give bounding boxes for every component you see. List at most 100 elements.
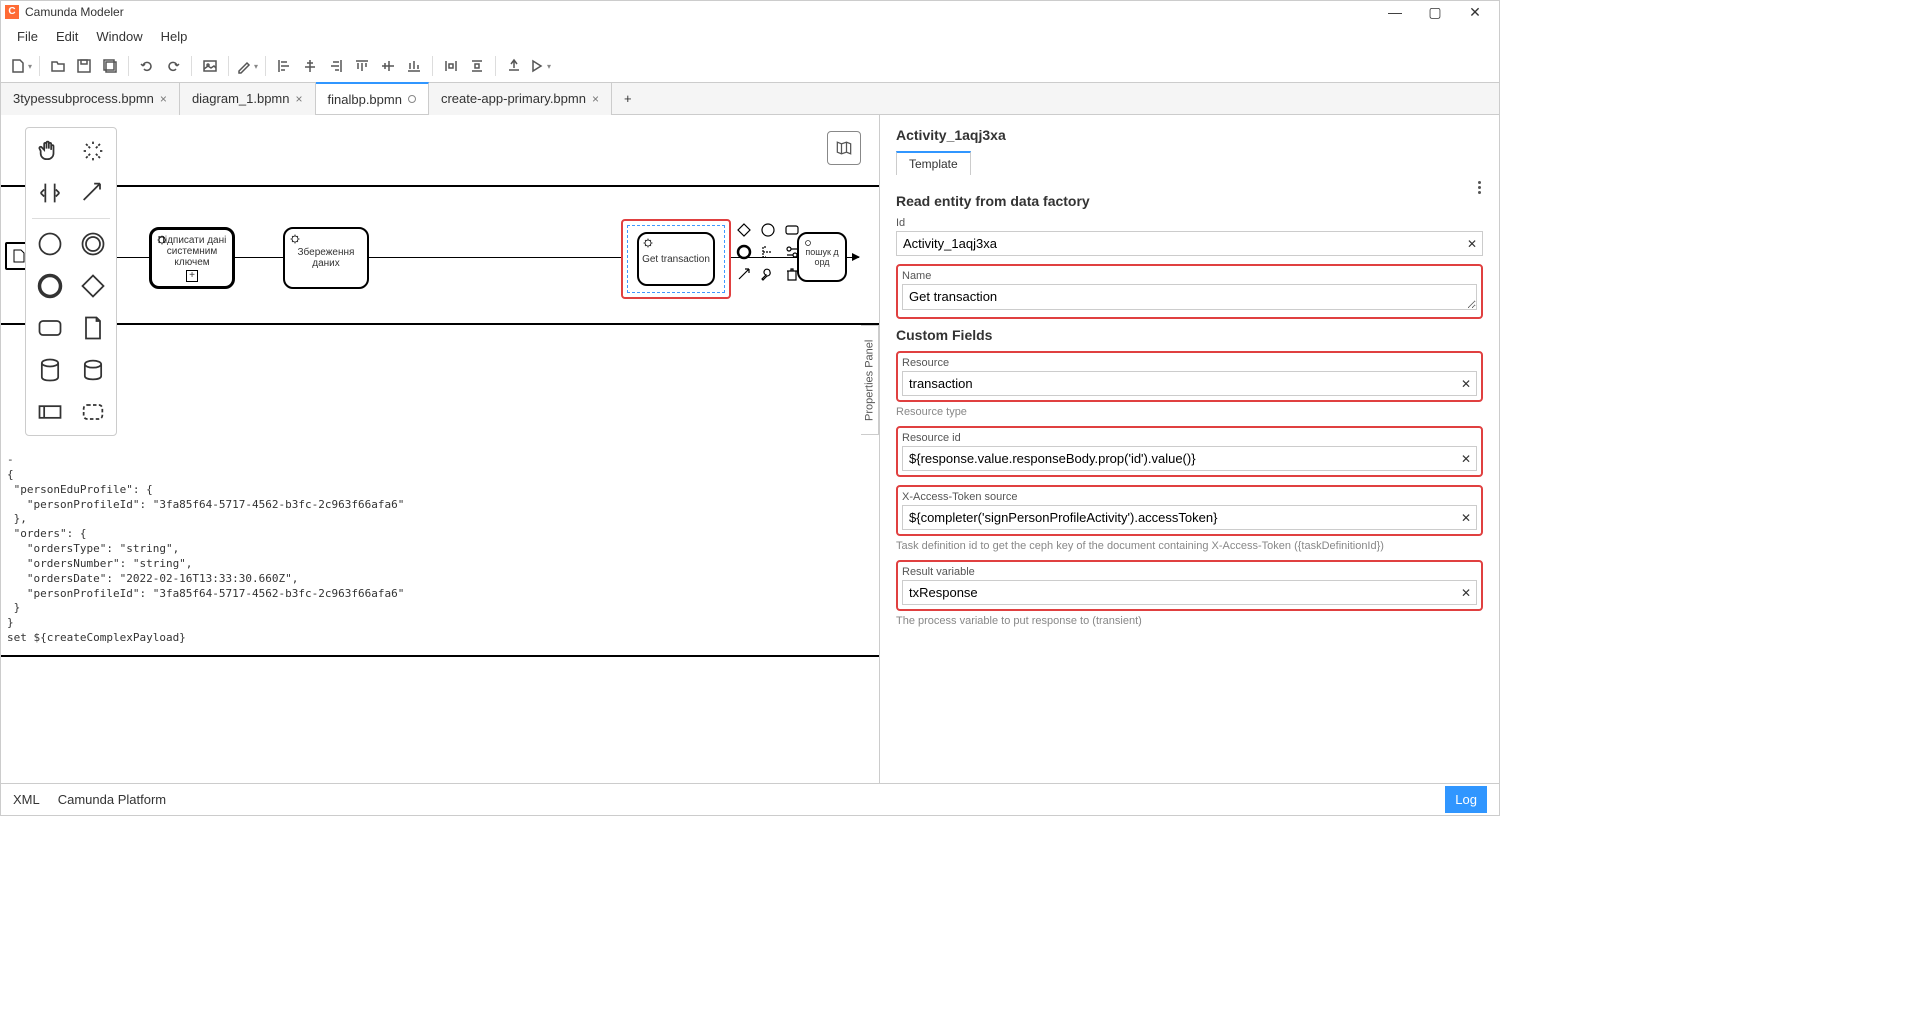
close-icon[interactable]: × — [160, 92, 167, 106]
dirty-icon — [408, 95, 416, 103]
tab-diagram1[interactable]: diagram_1.bpmn× — [180, 83, 316, 115]
align-top-button[interactable] — [350, 54, 374, 78]
field-label: Name — [902, 270, 1477, 282]
start-event-tool[interactable] — [32, 227, 67, 261]
color-button[interactable] — [235, 54, 259, 78]
save-button[interactable] — [72, 54, 96, 78]
new-file-button[interactable] — [9, 54, 33, 78]
name-input[interactable] — [902, 284, 1477, 310]
annotation-icon[interactable] — [759, 243, 777, 261]
section-heading: Custom Fields — [896, 327, 1483, 343]
menu-edit[interactable]: Edit — [48, 27, 86, 46]
result-variable-input[interactable] — [902, 580, 1477, 605]
delete-icon[interactable] — [783, 265, 801, 283]
append-gateway-icon[interactable] — [735, 221, 753, 239]
align-right-button[interactable] — [324, 54, 348, 78]
close-button[interactable]: ✕ — [1455, 1, 1495, 23]
run-button[interactable] — [528, 54, 552, 78]
pool-border — [1, 655, 879, 661]
save-all-button[interactable] — [98, 54, 122, 78]
clear-icon[interactable]: ✕ — [1461, 452, 1471, 466]
data-store-tool[interactable] — [32, 353, 67, 387]
status-xml[interactable]: XML — [13, 792, 40, 807]
id-input[interactable] — [896, 231, 1483, 256]
close-icon[interactable]: × — [296, 92, 303, 106]
tab-3typessubprocess[interactable]: 3typessubprocess.bpmn × — [1, 83, 180, 115]
change-type-icon[interactable] — [783, 243, 801, 261]
lasso-tool[interactable] — [75, 134, 110, 168]
dist-v-button[interactable] — [465, 54, 489, 78]
new-tab-button[interactable]: + — [612, 91, 644, 106]
hand-tool[interactable] — [32, 134, 67, 168]
tab-label: create-app-primary.bpmn — [441, 91, 586, 106]
properties-panel-toggle[interactable]: Properties Panel — [861, 325, 879, 435]
connect-tool[interactable] — [75, 176, 110, 210]
gateway-tool[interactable] — [75, 269, 110, 303]
main-area: Підписати дані системним ключем + Збереж… — [1, 115, 1499, 783]
append-task-icon[interactable] — [783, 221, 801, 239]
canvas[interactable]: Підписати дані системним ключем + Збереж… — [1, 115, 879, 783]
space-tool[interactable] — [32, 176, 67, 210]
field-label: X-Access-Token source — [902, 491, 1477, 503]
field-hint: Resource type — [896, 406, 1483, 418]
task-sign-data[interactable]: Підписати дані системним ключем + — [149, 227, 235, 289]
resource-input[interactable] — [902, 371, 1477, 396]
clear-icon[interactable]: ✕ — [1461, 377, 1471, 391]
subprocess-tool[interactable] — [75, 353, 110, 387]
task-search-order[interactable]: пошук д орд — [797, 232, 847, 282]
task-save-data[interactable]: Збереження даних — [283, 227, 369, 289]
open-button[interactable] — [46, 54, 70, 78]
align-bottom-button[interactable] — [402, 54, 426, 78]
tab-finalbp[interactable]: finalbp.bpmn — [316, 82, 429, 114]
x-access-token-input[interactable] — [902, 505, 1477, 530]
clear-icon[interactable]: ✕ — [1461, 511, 1471, 525]
pool-lane[interactable]: Підписати дані системним ключем + Збереж… — [1, 185, 879, 325]
menu-window[interactable]: Window — [88, 27, 150, 46]
status-platform[interactable]: Camunda Platform — [58, 792, 166, 807]
deploy-button[interactable] — [502, 54, 526, 78]
connect-icon[interactable] — [735, 265, 753, 283]
align-middle-button[interactable] — [376, 54, 400, 78]
tab-create-app-primary[interactable]: create-app-primary.bpmn × — [429, 83, 612, 115]
append-event-icon[interactable] — [759, 221, 777, 239]
minimap-toggle[interactable] — [827, 131, 861, 165]
undo-button[interactable] — [135, 54, 159, 78]
resource-id-input[interactable] — [902, 446, 1477, 471]
image-button[interactable] — [198, 54, 222, 78]
clear-icon[interactable]: ✕ — [1461, 586, 1471, 600]
dist-h-button[interactable] — [439, 54, 463, 78]
redo-button[interactable] — [161, 54, 185, 78]
log-button[interactable]: Log — [1445, 786, 1487, 813]
end-event-tool[interactable] — [32, 269, 67, 303]
properties-panel: Activity_1aqj3xa Template Read entity fr… — [879, 115, 1499, 783]
field-id: Id ✕ — [896, 217, 1483, 256]
text-annotation[interactable]: - { "personEduProfile": { "personProfile… — [7, 453, 404, 646]
tab-label: 3typessubprocess.bpmn — [13, 91, 154, 106]
menu-file[interactable]: File — [9, 27, 46, 46]
section-heading: Read entity from data factory — [896, 193, 1483, 209]
palette — [25, 127, 117, 436]
data-object-tool[interactable] — [75, 311, 110, 345]
field-hint: Task definition id to get the ceph key o… — [896, 540, 1483, 552]
clear-icon[interactable]: ✕ — [1467, 237, 1477, 251]
wrench-icon[interactable] — [759, 265, 777, 283]
participant-tool[interactable] — [32, 395, 67, 429]
task-label: пошук д орд — [805, 247, 838, 267]
menu-help[interactable]: Help — [153, 27, 196, 46]
kebab-menu-icon[interactable] — [1478, 181, 1481, 194]
field-label: Result variable — [902, 566, 1477, 578]
task-tool[interactable] — [32, 311, 67, 345]
tab-template[interactable]: Template — [896, 151, 971, 175]
group-tool[interactable] — [75, 395, 110, 429]
append-end-event-icon[interactable] — [735, 243, 753, 261]
context-pad — [735, 221, 803, 283]
intermediate-event-tool[interactable] — [75, 227, 110, 261]
minimize-button[interactable]: — — [1375, 1, 1415, 23]
maximize-button[interactable]: ▢ — [1415, 1, 1455, 23]
selected-task-wrapper: Get transaction — [621, 219, 731, 299]
task-get-transaction[interactable]: Get transaction — [637, 232, 715, 286]
application-window: C Camunda Modeler — ▢ ✕ File Edit Window… — [0, 0, 1500, 816]
align-left-button[interactable] — [272, 54, 296, 78]
close-icon[interactable]: × — [592, 92, 599, 106]
align-center-button[interactable] — [298, 54, 322, 78]
